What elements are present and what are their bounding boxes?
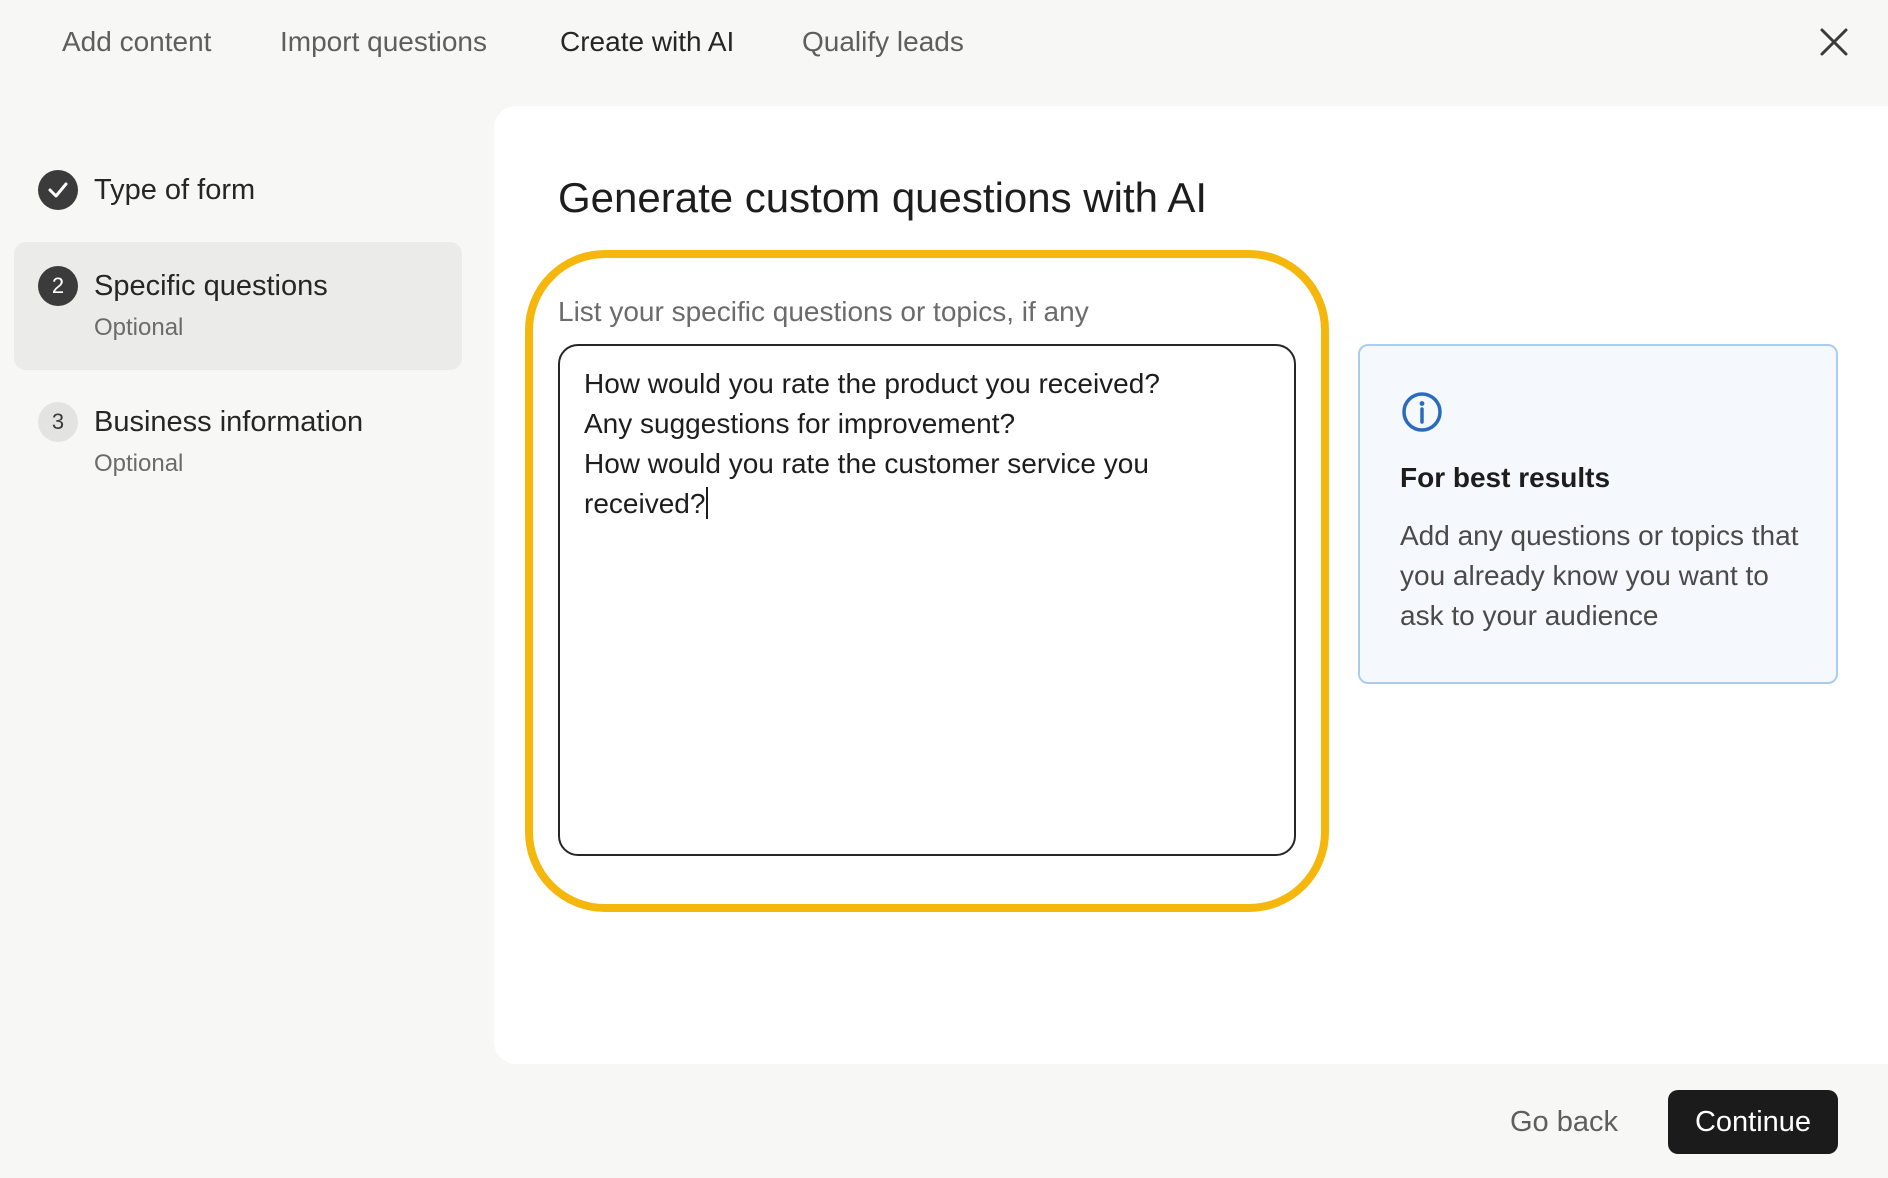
tab-qualify-leads[interactable]: Qualify leads — [802, 22, 964, 62]
text-caret — [706, 487, 709, 519]
close-icon — [1820, 28, 1848, 56]
textarea-line: How would you rate the product you recei… — [584, 368, 1160, 399]
page-title: Generate custom questions with AI — [558, 174, 1208, 221]
tab-create-with-ai[interactable]: Create with AI — [560, 22, 734, 62]
step-title: Business information — [94, 406, 364, 438]
step-number-badge: 2 — [38, 266, 78, 306]
tips-body: Add any questions or topics that you alr… — [1400, 520, 1799, 631]
tab-add-content[interactable]: Add content — [62, 22, 211, 62]
step-subtitle: Optional — [94, 314, 184, 341]
tips-panel: For best results Add any questions or to… — [1358, 344, 1838, 684]
close-button[interactable] — [1814, 22, 1854, 62]
step-title: Specific questions — [94, 270, 328, 302]
textarea-line: How would you rate the customer service … — [584, 448, 1149, 479]
tips-title: For best results — [1400, 462, 1611, 493]
step-subtitle: Optional — [94, 450, 184, 477]
step-specific-questions[interactable]: 2 Specific questions Optional — [14, 242, 462, 370]
questions-field-label: List your specific questions or topics, … — [558, 296, 1089, 327]
step-title: Type of form — [94, 174, 256, 206]
textarea-line: Any suggestions for improvement? — [584, 408, 1016, 439]
textarea-line: received? — [584, 488, 706, 519]
continue-button[interactable]: Continue — [1668, 1090, 1838, 1154]
checkmark-icon — [48, 182, 68, 198]
go-back-button[interactable]: Go back — [1490, 1098, 1638, 1146]
main-card: Generate custom questions with AI List y… — [494, 106, 1888, 1064]
step-business-information[interactable]: 3 Business information Optional — [14, 390, 462, 500]
step-number-badge: 3 — [38, 402, 78, 442]
questions-textarea[interactable]: How would you rate the product you recei… — [558, 344, 1296, 856]
step-completed-badge — [38, 170, 78, 210]
top-tab-bar: Add content Import questions Create with… — [0, 0, 1888, 84]
tab-import-questions[interactable]: Import questions — [280, 22, 487, 62]
step-type-of-form[interactable]: Type of form — [14, 158, 462, 222]
info-icon — [1402, 392, 1442, 432]
